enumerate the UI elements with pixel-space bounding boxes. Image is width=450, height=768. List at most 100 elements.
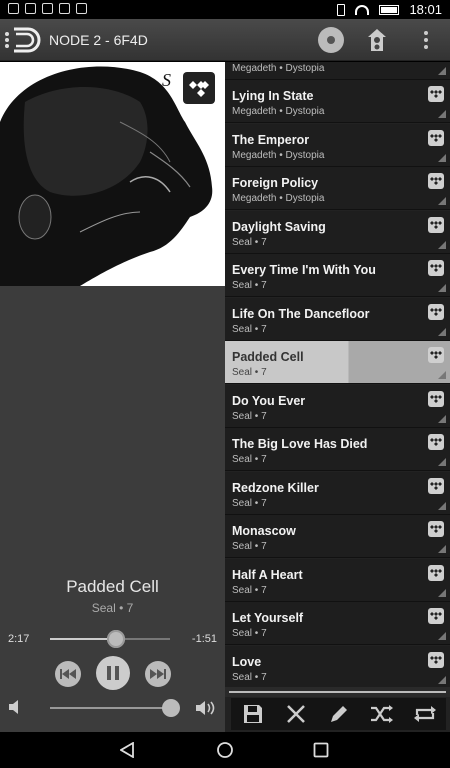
pause-button[interactable] [96, 656, 130, 690]
app-header: NODE 2 - 6F4D [0, 19, 450, 61]
row-menu-icon[interactable] [438, 501, 446, 510]
queue-item-partial[interactable]: Megadeth • Dystopia [225, 62, 450, 80]
queue-item-title: Foreign Policy [232, 176, 319, 190]
queue-item-title: Life On The Dancefloor [232, 306, 370, 321]
play-queue[interactable]: Megadeth • Dystopia Lying In State Megade… [225, 62, 450, 687]
queue-item-title: Lying In State [232, 89, 314, 103]
row-menu-icon[interactable] [438, 458, 446, 466]
volume-up-icon[interactable] [195, 699, 217, 717]
tidal-icon [428, 477, 444, 494]
vibrate-icon [337, 3, 346, 16]
play-queue-pane: Megadeth • Dystopia Lying In State Megade… [225, 62, 450, 732]
queue-item[interactable]: Redzone Killer Seal • 7 [225, 471, 450, 515]
player-name[interactable]: NODE 2 - 6F4D [49, 32, 148, 48]
image-notification-icon [42, 3, 53, 14]
system-nav-bar [0, 732, 450, 768]
track-title: Padded Cell [66, 577, 159, 596]
volume-down-icon[interactable] [8, 699, 24, 715]
queue-item-current[interactable]: Padded Cell Seal • 7 [225, 341, 450, 384]
queue-item-title: Redzone Killer [232, 480, 319, 495]
queue-item[interactable]: The Big Love Has Died Seal • 7 [225, 428, 450, 471]
row-menu-icon[interactable] [438, 240, 446, 249]
pencil-icon[interactable] [326, 701, 352, 727]
queue-item-subtitle: Megadeth • Dystopia [232, 193, 325, 204]
now-playing-pane: S E Padded Cell Seal • 7 2:17 -1:51 [0, 62, 225, 732]
queue-item[interactable]: Lying In State Megadeth • Dystopia [225, 80, 450, 123]
queue-item[interactable]: Love Seal • 7 [225, 645, 450, 687]
skip-forward-icon [150, 669, 166, 679]
previous-button[interactable] [55, 661, 81, 687]
queue-item-title: Padded Cell [232, 350, 304, 364]
battery-icon [379, 4, 400, 15]
queue-item-subtitle: Megadeth • Dystopia [232, 63, 325, 74]
tidal-icon [428, 173, 444, 189]
tidal-icon [428, 434, 444, 450]
row-menu-icon[interactable] [438, 67, 446, 75]
row-menu-icon[interactable] [438, 414, 446, 423]
queue-item[interactable]: Let Yourself Seal • 7 [225, 602, 450, 645]
volume-thumb[interactable] [161, 699, 180, 717]
pause-icon [107, 666, 119, 680]
queue-scrub-bar[interactable] [225, 687, 450, 697]
wifi-icon [355, 4, 370, 15]
tidal-icon [428, 347, 444, 363]
recent-apps-icon[interactable] [313, 742, 329, 758]
overflow-menu-icon[interactable] [416, 27, 436, 53]
seek-slider[interactable] [50, 630, 170, 648]
queue-item-title: Do You Ever [232, 393, 306, 408]
tidal-icon [428, 260, 444, 276]
home-icon[interactable] [216, 742, 234, 758]
queue-item[interactable]: Half A Heart Seal • 7 [225, 558, 450, 602]
repeat-icon[interactable] [412, 701, 438, 727]
back-icon[interactable] [120, 742, 134, 758]
row-menu-icon[interactable] [438, 284, 446, 292]
queue-item-subtitle: Seal • 7 [232, 410, 267, 422]
tidal-icon [428, 651, 444, 668]
queue-item[interactable]: Life On The Dancefloor Seal • 7 [225, 297, 450, 341]
status-time: 18:01 [409, 2, 442, 17]
queue-item[interactable]: Do You Ever Seal • 7 [225, 384, 450, 428]
queue-item-title: Love [232, 654, 262, 669]
row-menu-icon[interactable] [438, 588, 446, 597]
queue-item-subtitle: Seal • 7 [232, 236, 267, 248]
row-menu-icon[interactable] [438, 675, 446, 684]
notification-icons [8, 3, 87, 14]
tidal-icon [428, 129, 444, 146]
track-artist-album: Seal • 7 [91, 601, 134, 615]
camera-notification-icon [76, 3, 87, 14]
row-menu-icon[interactable] [438, 371, 446, 379]
row-menu-icon[interactable] [438, 197, 446, 205]
save-icon[interactable] [240, 701, 266, 727]
queue-item-subtitle: Seal • 7 [232, 280, 267, 291]
app-notification-icon [25, 3, 36, 14]
row-menu-icon[interactable] [438, 632, 446, 640]
row-menu-icon[interactable] [438, 545, 446, 553]
queue-item[interactable]: Every Time I'm With You Seal • 7 [225, 254, 450, 297]
queue-item-subtitle: Megadeth • Dystopia [232, 106, 325, 117]
queue-item-subtitle: Seal • 7 [232, 323, 267, 335]
queue-item[interactable]: The Emperor Megadeth • Dystopia [225, 123, 450, 167]
tidal-icon [428, 608, 444, 624]
queue-item-subtitle: Seal • 7 [232, 367, 267, 378]
shuffle-icon[interactable] [369, 701, 395, 727]
tidal-icon [428, 86, 444, 102]
queue-item[interactable]: Monascow Seal • 7 [225, 515, 450, 558]
players-icon[interactable] [364, 27, 390, 53]
close-icon[interactable] [283, 701, 309, 727]
disc-icon[interactable] [318, 27, 344, 53]
tidal-icon [428, 390, 444, 407]
queue-item[interactable]: Daylight Saving Seal • 7 [225, 210, 450, 254]
next-button[interactable] [145, 661, 171, 687]
seek-thumb[interactable] [107, 630, 125, 648]
tidal-icon [428, 521, 444, 537]
queue-item-title: Half A Heart [232, 567, 303, 582]
skip-back-icon [60, 669, 76, 679]
row-menu-icon[interactable] [438, 110, 446, 118]
queue-item-subtitle: Seal • 7 [232, 497, 267, 509]
tidal-icon [183, 72, 215, 104]
bluesound-logo-icon[interactable] [4, 25, 44, 55]
queue-item[interactable]: Foreign Policy Megadeth • Dystopia [225, 167, 450, 210]
volume-slider[interactable] [50, 699, 180, 717]
row-menu-icon[interactable] [438, 327, 446, 336]
row-menu-icon[interactable] [438, 153, 446, 162]
